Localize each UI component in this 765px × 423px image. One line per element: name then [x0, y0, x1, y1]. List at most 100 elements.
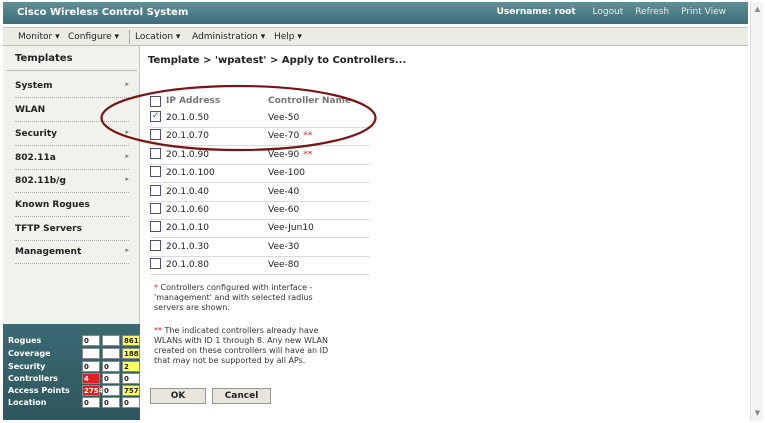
alarm-major-count[interactable]: 0	[102, 361, 120, 372]
logout-link[interactable]: Logout	[593, 7, 624, 17]
controller-name-cell: Vee-100	[268, 168, 305, 178]
alarm-critical-count[interactable]: 4	[82, 373, 100, 384]
note2-marker: **	[154, 326, 162, 335]
controller-ip: 20.1.0.10	[166, 223, 209, 234]
sidebar-dotted-divider	[15, 216, 129, 217]
controller-ip: 20.1.0.50	[166, 113, 209, 123]
table-row: 20.1.0.90 Vee-90 **	[150, 147, 370, 165]
alarm-row[interactable]: Access Points 2754 0 757	[8, 385, 140, 397]
menu-administration[interactable]: Administration ▾	[192, 32, 265, 42]
menu-location[interactable]: Location ▾	[135, 32, 180, 42]
alarm-major-count[interactable]: 0	[102, 385, 120, 396]
alarm-minor-count[interactable]: 188	[122, 348, 140, 359]
alarm-category-label: Rogues	[8, 336, 42, 345]
sidebar-item-2[interactable]: Security ▸	[15, 126, 129, 142]
sidebar-item-6[interactable]: TFTP Servers	[15, 221, 129, 237]
select-all-checkbox[interactable]	[150, 96, 161, 107]
scroll-up-icon[interactable]: ▲	[752, 4, 763, 15]
controller-checkbox[interactable]	[150, 184, 161, 196]
sidebar-item-3[interactable]: 802.11a ▸	[15, 150, 129, 166]
sidebar-item-label: TFTP Servers	[15, 224, 82, 234]
alarm-critical-count[interactable]: 0	[82, 397, 100, 408]
controllers-table-header: IP Address Controller Name	[150, 95, 370, 109]
alarm-row[interactable]: Security 0 0 2	[8, 361, 140, 373]
alarm-major-count[interactable]	[102, 348, 120, 359]
menu-configure[interactable]: Configure ▾	[68, 32, 119, 42]
note1-text: Controllers configured with interface - …	[154, 283, 313, 312]
chevron-right-icon: ▸	[125, 80, 129, 88]
alarm-minor-count[interactable]: 861	[122, 335, 140, 346]
alarm-critical-count[interactable]: 2754	[82, 385, 103, 396]
vertical-scrollbar[interactable]: ▲ ▼	[750, 2, 763, 421]
controller-checkbox[interactable]	[150, 258, 161, 270]
table-row: 20.1.0.100 Vee-100	[150, 165, 370, 184]
alarm-critical-count[interactable]: 0	[82, 361, 100, 372]
controller-name-cell: Vee-40	[268, 187, 299, 197]
alarm-critical-count[interactable]	[82, 348, 100, 359]
alarm-row[interactable]: Coverage 188	[8, 348, 140, 360]
controller-ip: 20.1.0.90	[166, 149, 209, 160]
controller-checkbox-checked[interactable]: ✓	[150, 111, 161, 122]
controller-name: Vee-90	[268, 149, 300, 160]
alarm-minor-count[interactable]: 0	[122, 373, 140, 384]
alarm-row[interactable]: Rogues 0 861	[8, 335, 140, 347]
controller-checkbox[interactable]	[150, 239, 161, 251]
sidebar-dotted-divider	[15, 263, 129, 264]
controller-name: Vee-Jun10	[268, 223, 314, 234]
alarm-summary: Rogues 0 861 Coverage 188 Security 0 0 2 Controll…	[3, 324, 140, 420]
sidebar-item-label: Management	[15, 247, 82, 257]
sidebar-item-4[interactable]: 802.11b/g ▸	[15, 173, 129, 189]
alarm-category-label: Coverage	[8, 349, 51, 358]
alarm-row[interactable]: Controllers 4 0 0	[8, 373, 140, 385]
sidebar-dotted-divider	[15, 169, 129, 170]
alarm-minor-count[interactable]: 2	[122, 361, 140, 372]
controller-name-cell: Vee-90 **	[268, 150, 312, 160]
sidebar-item-5[interactable]: Known Rogues	[15, 197, 129, 213]
controller-name: Vee-100	[268, 168, 305, 179]
controller-name: Vee-50	[268, 113, 300, 123]
menu-help[interactable]: Help ▾	[274, 32, 302, 42]
controller-checkbox[interactable]	[150, 147, 161, 159]
controller-name-cell: Vee-30	[268, 242, 299, 252]
print-view-link[interactable]: Print View	[681, 7, 726, 17]
sidebar-title: Templates	[15, 53, 73, 64]
sidebar-dotted-divider	[15, 240, 129, 241]
refresh-link[interactable]: Refresh	[635, 7, 669, 17]
alarm-major-count[interactable]	[102, 335, 120, 346]
controller-name-cell: Vee-50	[268, 113, 299, 123]
alarm-minor-count[interactable]: 757	[122, 385, 140, 396]
alarm-category-label: Security	[8, 362, 46, 371]
controller-checkbox[interactable]	[150, 221, 161, 233]
scroll-down-icon[interactable]: ▼	[752, 408, 763, 419]
controller-ip: 20.1.0.70	[166, 131, 209, 142]
main-content: Template > 'wpatest' > Apply to Controll…	[141, 46, 749, 420]
controller-checkbox[interactable]	[150, 129, 161, 141]
ok-button[interactable]: OK	[150, 388, 206, 404]
sidebar-item-0[interactable]: System ▸	[15, 78, 129, 94]
title-bar: Cisco Wireless Control System Username: …	[3, 2, 748, 24]
controller-checkbox[interactable]	[150, 166, 161, 178]
table-row: 20.1.0.80 Vee-80	[150, 257, 370, 276]
controller-ip: 20.1.0.100	[166, 168, 215, 179]
controller-name-cell: Vee-70 **	[268, 131, 312, 141]
sidebar-item-7[interactable]: Management ▸	[15, 244, 129, 260]
controller-checkbox[interactable]	[150, 203, 161, 214]
alarm-category-label: Location	[8, 398, 47, 407]
controller-name-cell: Vee-80	[268, 260, 299, 270]
alarm-minor-count[interactable]: 0	[122, 397, 140, 408]
cancel-button[interactable]: Cancel	[212, 388, 271, 404]
sidebar-item-label: WLAN	[15, 105, 46, 115]
alarm-major-count[interactable]: 0	[102, 397, 120, 408]
menu-monitor[interactable]: Monitor ▾	[18, 32, 60, 42]
controller-name-cell: Vee-60	[268, 205, 299, 215]
alarm-row[interactable]: Location 0 0 0	[8, 397, 140, 409]
alarm-critical-count[interactable]: 0	[82, 335, 100, 346]
sidebar-item-1[interactable]: WLAN	[15, 102, 129, 118]
sidebar-dotted-divider	[15, 145, 129, 146]
controller-name: Vee-70	[268, 131, 300, 142]
controller-ip: 20.1.0.60	[166, 205, 209, 215]
sidebar-divider	[6, 70, 137, 71]
sidebar-dotted-divider	[15, 97, 129, 98]
alarm-major-count[interactable]: 0	[102, 373, 120, 384]
table-row: 20.1.0.40 Vee-40	[150, 184, 370, 202]
